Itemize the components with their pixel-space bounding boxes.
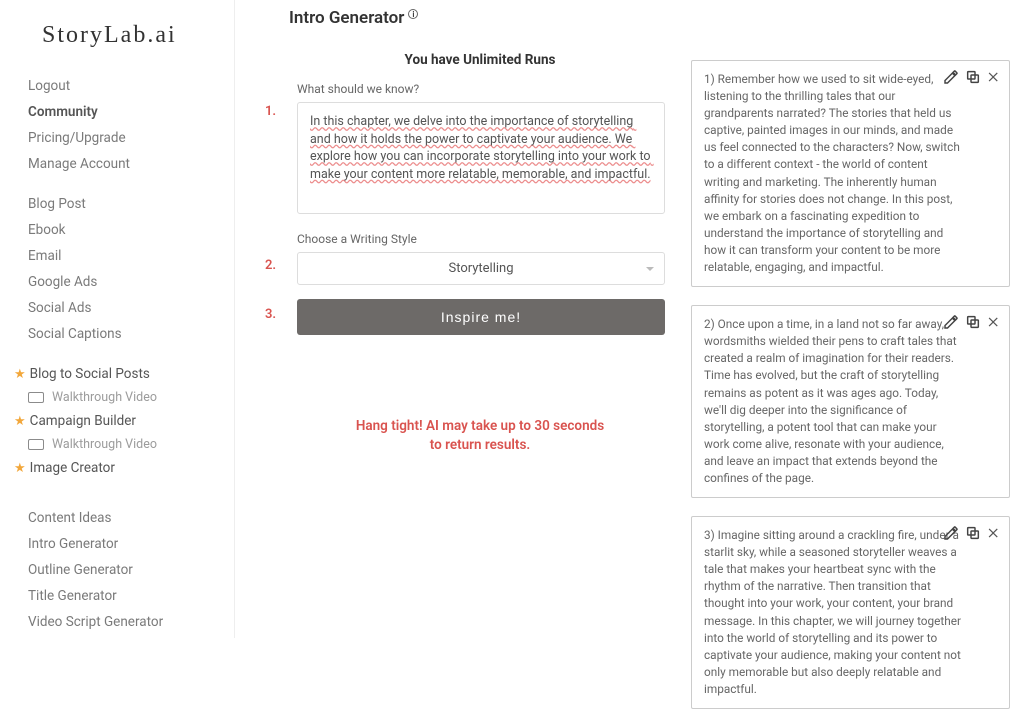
nav-group-tools1: Blog Post Ebook Email Google Ads Social … (0, 191, 234, 347)
nav-image-creator[interactable]: ★ Image Creator (0, 455, 234, 481)
nav-sub-label: Walkthrough Video (52, 390, 157, 405)
result-text: 1) Remember how we used to sit wide-eyed… (704, 72, 960, 274)
nav-walkthrough-1[interactable]: Walkthrough Video (0, 387, 234, 408)
nav-group-tools2: Content Ideas Intro Generator Outline Ge… (0, 505, 234, 635)
nav-pricing[interactable]: Pricing/Upgrade (0, 125, 234, 151)
nav-logout[interactable]: Logout (0, 73, 234, 99)
step-number-3: 3. (265, 307, 279, 322)
nav-social-ads[interactable]: Social Ads (0, 295, 234, 321)
step-3-row: 3. Inspire me! (295, 299, 665, 335)
nav-content-ideas[interactable]: Content Ideas (0, 505, 234, 531)
nav-manage-account[interactable]: Manage Account (0, 151, 234, 177)
main-content: Intro Generator i You have Unlimited Run… (235, 0, 1024, 638)
star-icon: ★ (14, 414, 26, 429)
copy-icon[interactable] (965, 314, 981, 330)
context-input[interactable] (297, 102, 665, 214)
result-card-1: 1) Remember how we used to sit wide-eyed… (691, 60, 1010, 287)
nav-label: Blog to Social Posts (30, 366, 150, 382)
nav-group-featured: ★ Blog to Social Posts Walkthrough Video… (0, 361, 234, 481)
card-actions (943, 314, 1001, 330)
field2-label: Choose a Writing Style (297, 232, 665, 246)
result-card-2: 2) Once upon a time, in a land not so fa… (691, 305, 1010, 498)
result-card-3: 3) Imagine sitting around a crackling fi… (691, 516, 1010, 709)
close-icon[interactable] (987, 315, 1001, 329)
step-number-2: 2. (265, 258, 279, 273)
nav-ebook[interactable]: Ebook (0, 217, 234, 243)
edit-icon[interactable] (943, 69, 959, 85)
nav-social-captions[interactable]: Social Captions (0, 321, 234, 347)
step-2-row: 2. Choose a Writing Style Storytelling (295, 232, 665, 285)
nav-campaign-builder[interactable]: ★ Campaign Builder (0, 408, 234, 434)
nav-outline-generator[interactable]: Outline Generator (0, 557, 234, 583)
step-1-row: 1. What should we know? (295, 82, 665, 218)
field1-label: What should we know? (297, 82, 665, 96)
star-icon: ★ (14, 367, 26, 382)
card-actions (943, 69, 1001, 85)
nav-label: Image Creator (30, 460, 115, 476)
nav-video-script-generator[interactable]: Video Script Generator (0, 609, 234, 635)
close-icon[interactable] (987, 526, 1001, 540)
brand-logo: StoryLab.ai (0, 18, 234, 73)
sidebar: StoryLab.ai Logout Community Pricing/Upg… (0, 0, 235, 638)
nav-title-generator[interactable]: Title Generator (0, 583, 234, 609)
nav-blog-post[interactable]: Blog Post (0, 191, 234, 217)
step-number-1: 1. (265, 104, 279, 119)
nav-intro-generator[interactable]: Intro Generator (0, 531, 234, 557)
inspire-button[interactable]: Inspire me! (297, 299, 665, 335)
card-actions (943, 525, 1001, 541)
video-icon (28, 439, 44, 450)
star-icon: ★ (14, 461, 26, 476)
edit-icon[interactable] (943, 525, 959, 541)
result-text: 3) Imagine sitting around a crackling fi… (704, 528, 961, 696)
edit-icon[interactable] (943, 314, 959, 330)
video-icon (28, 392, 44, 403)
nav-label: Campaign Builder (30, 413, 136, 429)
nav-blog-to-social[interactable]: ★ Blog to Social Posts (0, 361, 234, 387)
form-column: Intro Generator i You have Unlimited Run… (295, 8, 665, 638)
close-icon[interactable] (987, 70, 1001, 84)
copy-icon[interactable] (965, 69, 981, 85)
nav-community[interactable]: Community (0, 99, 234, 125)
nav-email[interactable]: Email (0, 243, 234, 269)
result-text: 2) Once upon a time, in a land not so fa… (704, 317, 957, 485)
nav-google-ads[interactable]: Google Ads (0, 269, 234, 295)
wait-message: Hang tight! AI may take up to 30 seconds… (295, 417, 665, 455)
info-icon[interactable]: i (408, 9, 418, 19)
nav-walkthrough-2[interactable]: Walkthrough Video (0, 434, 234, 455)
results-column: 1) Remember how we used to sit wide-eyed… (691, 8, 1010, 638)
page-title: Intro Generator i (289, 8, 665, 28)
copy-icon[interactable] (965, 525, 981, 541)
nav-sub-label: Walkthrough Video (52, 437, 157, 452)
nav-group-account: Logout Community Pricing/Upgrade Manage … (0, 73, 234, 177)
writing-style-select[interactable]: Storytelling (297, 252, 665, 285)
runs-label: You have Unlimited Runs (295, 52, 665, 68)
